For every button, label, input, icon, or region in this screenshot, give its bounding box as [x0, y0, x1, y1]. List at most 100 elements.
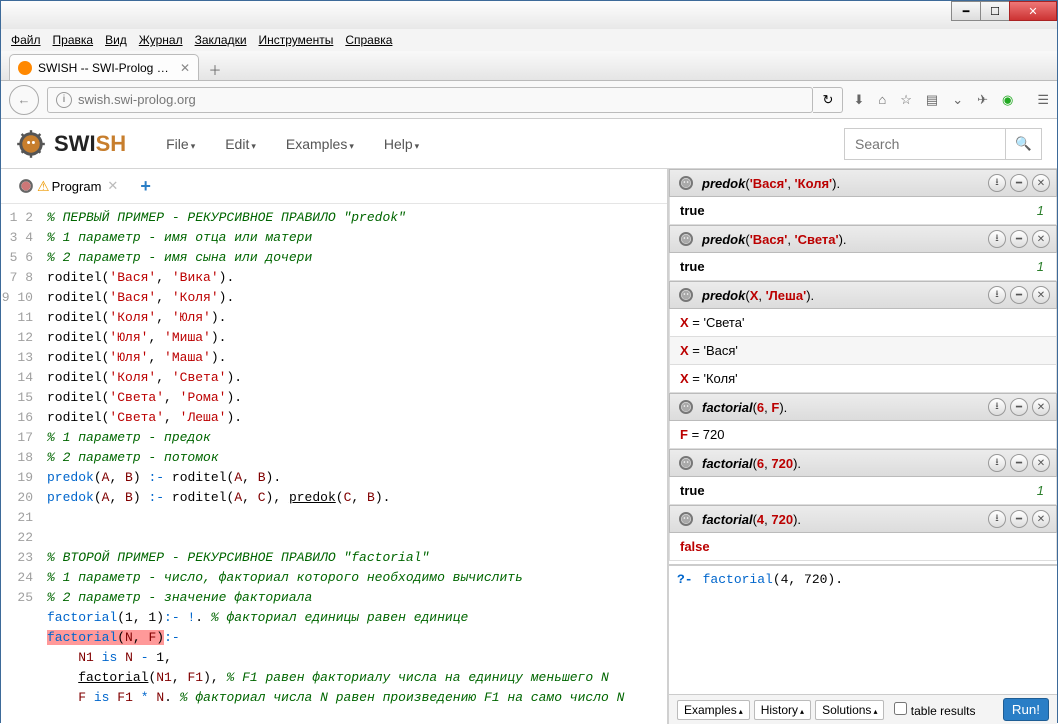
maximize-button[interactable]: ☐: [980, 1, 1010, 21]
editor-pane: ⚠ Program ✕ + 1 2 3 4 5 6 7 8 9 10 11 12…: [1, 169, 669, 724]
query-code[interactable]: factorial(4, 720).: [703, 572, 1049, 688]
download-icon[interactable]: ⬇: [853, 92, 864, 108]
download-result-icon[interactable]: ⭳: [988, 398, 1006, 416]
close-result-icon[interactable]: ✕: [1032, 230, 1050, 248]
run-button[interactable]: Run!: [1003, 698, 1049, 721]
query-result-row: X = 'Света': [669, 309, 1057, 337]
query-result-row: X = 'Коля': [669, 365, 1057, 393]
search-button[interactable]: 🔍: [1005, 129, 1041, 159]
search-input[interactable]: [845, 129, 1005, 159]
swish-menu-file[interactable]: File: [166, 136, 195, 152]
swish-menu-edit[interactable]: Edit: [225, 136, 256, 152]
history-button[interactable]: History: [754, 700, 811, 720]
window-titlebar: ━ ☐ ✕: [1, 1, 1057, 29]
download-result-icon[interactable]: ⭳: [988, 174, 1006, 192]
menu-bookmarks[interactable]: Закладки: [195, 33, 247, 47]
minimize-result-icon[interactable]: ━: [1010, 398, 1028, 416]
minimize-result-icon[interactable]: ━: [1010, 174, 1028, 192]
results-pane: predok('Вася', 'Коля').⭳━✕true1predok('В…: [669, 169, 1057, 724]
url-input[interactable]: i swish.swi-prolog.org: [47, 87, 813, 113]
table-results-checkbox[interactable]: [894, 702, 907, 715]
query-gear-icon: [676, 229, 696, 249]
pocket-icon[interactable]: ⌄: [952, 92, 963, 108]
minimize-result-icon[interactable]: ━: [1010, 510, 1028, 528]
solutions-button[interactable]: Solutions: [815, 700, 884, 720]
menu-file[interactable]: Файл: [11, 33, 41, 47]
addon-icon[interactable]: ◉: [1002, 92, 1013, 108]
close-result-icon[interactable]: ✕: [1032, 510, 1050, 528]
library-icon[interactable]: ▤: [926, 92, 938, 108]
examples-button[interactable]: Examples: [677, 700, 750, 720]
query-result-row: true1: [669, 253, 1057, 281]
close-result-icon[interactable]: ✕: [1032, 286, 1050, 304]
logo-text-a: SWI: [54, 131, 96, 157]
home-icon[interactable]: ⌂: [878, 92, 886, 107]
warning-icon: ⚠: [37, 178, 50, 195]
download-result-icon[interactable]: ⭳: [988, 286, 1006, 304]
minimize-result-icon[interactable]: ━: [1010, 286, 1028, 304]
line-gutter: 1 2 3 4 5 6 7 8 9 10 11 12 13 14 15 16 1…: [1, 204, 39, 724]
query-results: predok('Вася', 'Коля').⭳━✕true1predok('В…: [669, 169, 1057, 564]
query-result-row: X = 'Вася': [669, 337, 1057, 365]
query-result-row: false: [669, 533, 1057, 561]
tab-title: SWISH -- SWI-Prolog for S…: [38, 61, 172, 75]
query-gear-icon: [676, 509, 696, 529]
logo-gear-icon: [16, 129, 46, 159]
minimize-result-icon[interactable]: ━: [1010, 454, 1028, 472]
minimize-result-icon[interactable]: ━: [1010, 230, 1028, 248]
menu-tools[interactable]: Инструменты: [259, 33, 334, 47]
tab-close-icon[interactable]: ✕: [180, 61, 190, 75]
browser-tab[interactable]: SWISH -- SWI-Prolog for S… ✕: [9, 54, 199, 80]
back-button[interactable]: ←: [9, 85, 39, 115]
menu-edit[interactable]: Правка: [53, 33, 94, 47]
minimize-button[interactable]: ━: [951, 1, 981, 21]
download-result-icon[interactable]: ⭳: [988, 510, 1006, 528]
query-header[interactable]: factorial(6, 720).⭳━✕: [669, 449, 1057, 477]
query-gear-icon: [676, 285, 696, 305]
download-result-icon[interactable]: ⭳: [988, 230, 1006, 248]
close-result-icon[interactable]: ✕: [1032, 454, 1050, 472]
close-button[interactable]: ✕: [1009, 1, 1057, 21]
swish-logo[interactable]: SWISH: [16, 129, 126, 159]
add-tab-button[interactable]: +: [140, 176, 151, 197]
new-tab-button[interactable]: ＋: [203, 58, 227, 80]
site-info-icon[interactable]: i: [56, 92, 72, 108]
swish-toolbar: SWISH File Edit Examples Help 🔍: [1, 119, 1057, 169]
query-header[interactable]: predok('Вася', 'Света').⭳━✕: [669, 225, 1057, 253]
window-buttons: ━ ☐ ✕: [952, 1, 1057, 21]
send-icon[interactable]: ✈: [977, 92, 988, 108]
query-gear-icon: [676, 453, 696, 473]
star-icon[interactable]: ☆: [900, 92, 912, 108]
query-footer: Examples History Solutions table results…: [669, 694, 1057, 724]
query-result-row: F = 720: [669, 421, 1057, 449]
query-input-area[interactable]: ?- factorial(4, 720).: [669, 566, 1057, 694]
close-result-icon[interactable]: ✕: [1032, 398, 1050, 416]
menu-view[interactable]: Вид: [105, 33, 127, 47]
menu-icon[interactable]: ☰: [1037, 92, 1049, 108]
query-prompt: ?-: [677, 572, 693, 688]
code-editor[interactable]: 1 2 3 4 5 6 7 8 9 10 11 12 13 14 15 16 1…: [1, 203, 667, 724]
editor-tab-program[interactable]: ⚠ Program ✕: [9, 174, 126, 198]
close-result-icon[interactable]: ✕: [1032, 174, 1050, 192]
query-header[interactable]: factorial(6, F).⭳━✕: [669, 393, 1057, 421]
url-bar: ← i swish.swi-prolog.org ↻ ⬇ ⌂ ☆ ▤ ⌄ ✈ ◉…: [1, 81, 1057, 119]
download-result-icon[interactable]: ⭳: [988, 454, 1006, 472]
swish-menus: File Edit Examples Help: [166, 136, 419, 152]
query-gear-icon: [676, 397, 696, 417]
query-result-row: true1: [669, 197, 1057, 225]
tab-favicon: [18, 61, 32, 75]
logo-text-b: SH: [96, 131, 127, 157]
table-results-label[interactable]: table results: [894, 702, 975, 718]
swish-menu-help[interactable]: Help: [384, 136, 419, 152]
reload-button[interactable]: ↻: [813, 87, 843, 113]
query-header[interactable]: predok(X, 'Леша').⭳━✕: [669, 281, 1057, 309]
editor-tab-close-icon[interactable]: ✕: [107, 178, 118, 194]
query-header[interactable]: factorial(4, 720).⭳━✕: [669, 505, 1057, 533]
query-header[interactable]: predok('Вася', 'Коля').⭳━✕: [669, 169, 1057, 197]
menu-journal[interactable]: Журнал: [139, 33, 183, 47]
code-area[interactable]: % ПЕРВЫЙ ПРИМЕР - РЕКУРСИВНОЕ ПРАВИЛО "p…: [39, 204, 667, 724]
editor-tab-label: Program: [52, 179, 102, 194]
swish-menu-examples[interactable]: Examples: [286, 136, 354, 152]
query-gear-icon: [676, 173, 696, 193]
menu-help[interactable]: Справка: [345, 33, 392, 47]
